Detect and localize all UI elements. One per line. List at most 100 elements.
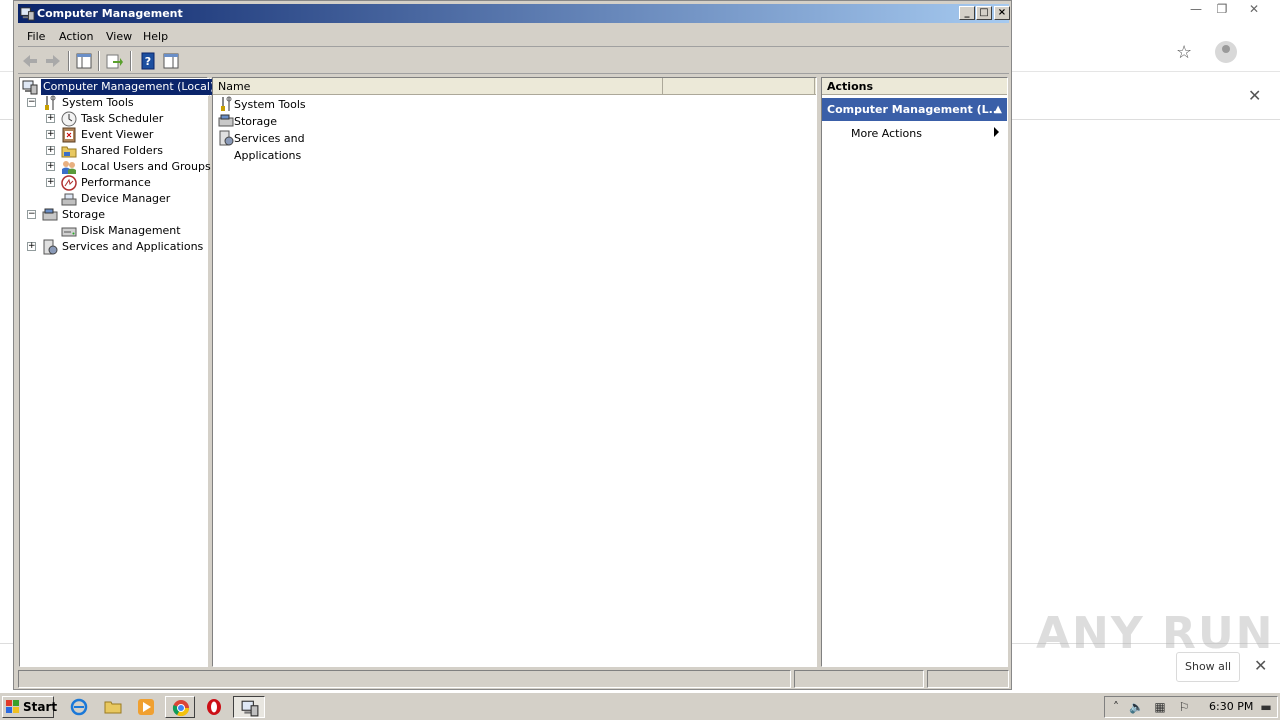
tree-item-disk-management[interactable]: Disk Management — [20, 223, 200, 239]
tree-item-local-users-and-groups[interactable]: + Local Users and Groups — [20, 159, 211, 175]
taskbar: Start ˄ 🔈 ▦ ⚐ 6:30 PM ▬ — [0, 692, 1280, 720]
help-icon[interactable]: ? — [138, 51, 158, 71]
forward-arrow-icon[interactable] — [43, 51, 63, 71]
system-tray: ˄ 🔈 ▦ ⚐ 6:30 PM ▬ — [1104, 696, 1278, 718]
title-bar[interactable]: Computer Management _ □ × — [18, 4, 1010, 23]
start-label: Start — [23, 700, 58, 714]
tree-item-event-viewer[interactable]: + Event Viewer — [20, 127, 200, 143]
start-button[interactable]: Start — [2, 696, 58, 718]
tools-icon — [45, 95, 56, 110]
action-center-flag-icon[interactable]: ⚐ — [1177, 700, 1191, 714]
submenu-arrow-icon[interactable] — [994, 127, 999, 137]
internet-explorer-icon[interactable] — [70, 698, 88, 716]
back-arrow-icon[interactable] — [20, 51, 40, 71]
minimize-button[interactable]: _ — [959, 6, 975, 20]
tree-item-label: Services and Applications — [62, 240, 204, 253]
actions-section-label: Computer Management (L... — [827, 103, 1002, 116]
svg-text:?: ? — [145, 55, 151, 68]
collapse-up-icon[interactable]: ▲ — [994, 98, 1002, 121]
expand-icon[interactable]: + — [27, 242, 36, 251]
storage-icon — [218, 114, 234, 127]
chrome-close-button[interactable]: ✕ — [1240, 0, 1268, 18]
infobar-close-icon[interactable]: ✕ — [1248, 86, 1261, 105]
toolbar-separator — [68, 51, 70, 71]
device-manager-icon — [61, 193, 77, 206]
maximize-button[interactable]: □ — [976, 6, 992, 20]
event-viewer-icon — [62, 127, 76, 143]
menu-action[interactable]: Action — [59, 30, 93, 43]
toolbar: ? — [18, 48, 1009, 74]
explorer-folder-icon[interactable] — [104, 698, 122, 716]
tree-item-task-scheduler[interactable]: + Task Scheduler — [20, 111, 200, 127]
export-list-icon[interactable] — [104, 51, 124, 71]
expand-icon[interactable]: + — [46, 130, 55, 139]
more-actions-link[interactable]: More Actions — [851, 126, 922, 142]
show-hide-console-tree-icon[interactable] — [74, 51, 94, 71]
taskbar-computer-management-button[interactable] — [233, 696, 265, 718]
shared-folder-icon — [61, 146, 77, 158]
menu-bar: File Action View Help — [18, 25, 1009, 47]
menu-file[interactable]: File — [27, 30, 45, 43]
close-button[interactable]: × — [994, 6, 1010, 20]
computer-management-icon — [241, 700, 259, 717]
list-item-label: Storage — [234, 115, 278, 128]
list-item-label: System Tools — [234, 98, 306, 111]
profile-avatar-icon[interactable] — [1215, 41, 1237, 63]
actions-pane: Actions Computer Management (L... ▲ More… — [821, 77, 1008, 667]
media-player-icon[interactable] — [137, 698, 155, 716]
tree-item-label: Performance — [81, 176, 151, 189]
list-item[interactable]: Storage — [218, 113, 368, 130]
tree-item-label: Disk Management — [81, 224, 181, 237]
menu-view[interactable]: View — [106, 30, 132, 43]
actions-section-computer-management[interactable]: Computer Management (L... ▲ — [822, 98, 1007, 121]
clock-icon — [61, 111, 77, 127]
column-header-empty[interactable] — [663, 78, 815, 95]
menu-help[interactable]: Help — [143, 30, 168, 43]
list-item-label: Services and Applications — [234, 132, 305, 162]
taskbar-chrome-button[interactable] — [165, 696, 195, 718]
status-cell — [18, 670, 791, 688]
services-icon — [219, 130, 234, 146]
expand-icon[interactable]: + — [46, 146, 55, 155]
network-icon[interactable]: ▦ — [1153, 700, 1167, 714]
expand-icon[interactable]: + — [46, 178, 55, 187]
disk-icon — [61, 227, 77, 237]
window-title: Computer Management — [37, 7, 183, 20]
tools-icon — [221, 96, 232, 111]
expand-icon[interactable]: + — [46, 162, 55, 171]
tree-item-device-manager[interactable]: Device Manager — [20, 191, 200, 207]
status-cell — [927, 670, 1009, 688]
expand-icon[interactable]: + — [46, 114, 55, 123]
tree-item-storage[interactable]: − Storage — [20, 207, 200, 223]
computer-management-icon — [20, 7, 35, 21]
services-icon — [43, 239, 58, 255]
show-hide-action-pane-icon[interactable] — [161, 51, 181, 71]
tree-item-performance[interactable]: + Performance — [20, 175, 200, 191]
collapse-icon[interactable]: − — [27, 98, 36, 107]
actions-header: Actions — [822, 78, 1007, 95]
column-header-name[interactable]: Name — [213, 78, 663, 95]
list-item[interactable]: Services and Applications — [218, 130, 368, 162]
tree-item-shared-folders[interactable]: + Shared Folders — [20, 143, 200, 159]
list-item[interactable]: System Tools — [218, 96, 368, 113]
tree-item-system-tools[interactable]: − System Tools — [20, 95, 200, 111]
clock[interactable]: 6:30 PM — [1209, 700, 1253, 713]
collapse-icon[interactable]: − — [27, 210, 36, 219]
bookmark-star-icon[interactable]: ☆ — [1176, 42, 1192, 63]
chrome-restore-button[interactable]: ❐ — [1208, 0, 1236, 18]
opera-icon[interactable] — [205, 698, 223, 716]
volume-icon[interactable]: 🔈 — [1129, 700, 1144, 714]
status-cell — [794, 670, 924, 688]
performance-icon — [61, 175, 77, 191]
windows-flag-icon — [6, 700, 19, 713]
storage-icon — [42, 208, 58, 221]
chrome-minimize-button[interactable]: — — [1182, 0, 1210, 18]
users-icon — [62, 161, 76, 174]
tree-root-label: Computer Management (Local) — [39, 78, 218, 96]
toolbar-separator — [130, 51, 132, 71]
tree-item-label: Local Users and Groups — [81, 160, 211, 173]
show-hidden-icons-icon[interactable]: ˄ — [1109, 700, 1123, 714]
show-desktop-icon[interactable]: ▬ — [1259, 700, 1273, 714]
tree-item-services-and-applications[interactable]: + Services and Applications — [20, 239, 206, 255]
tree-item-label: Device Manager — [81, 192, 171, 205]
